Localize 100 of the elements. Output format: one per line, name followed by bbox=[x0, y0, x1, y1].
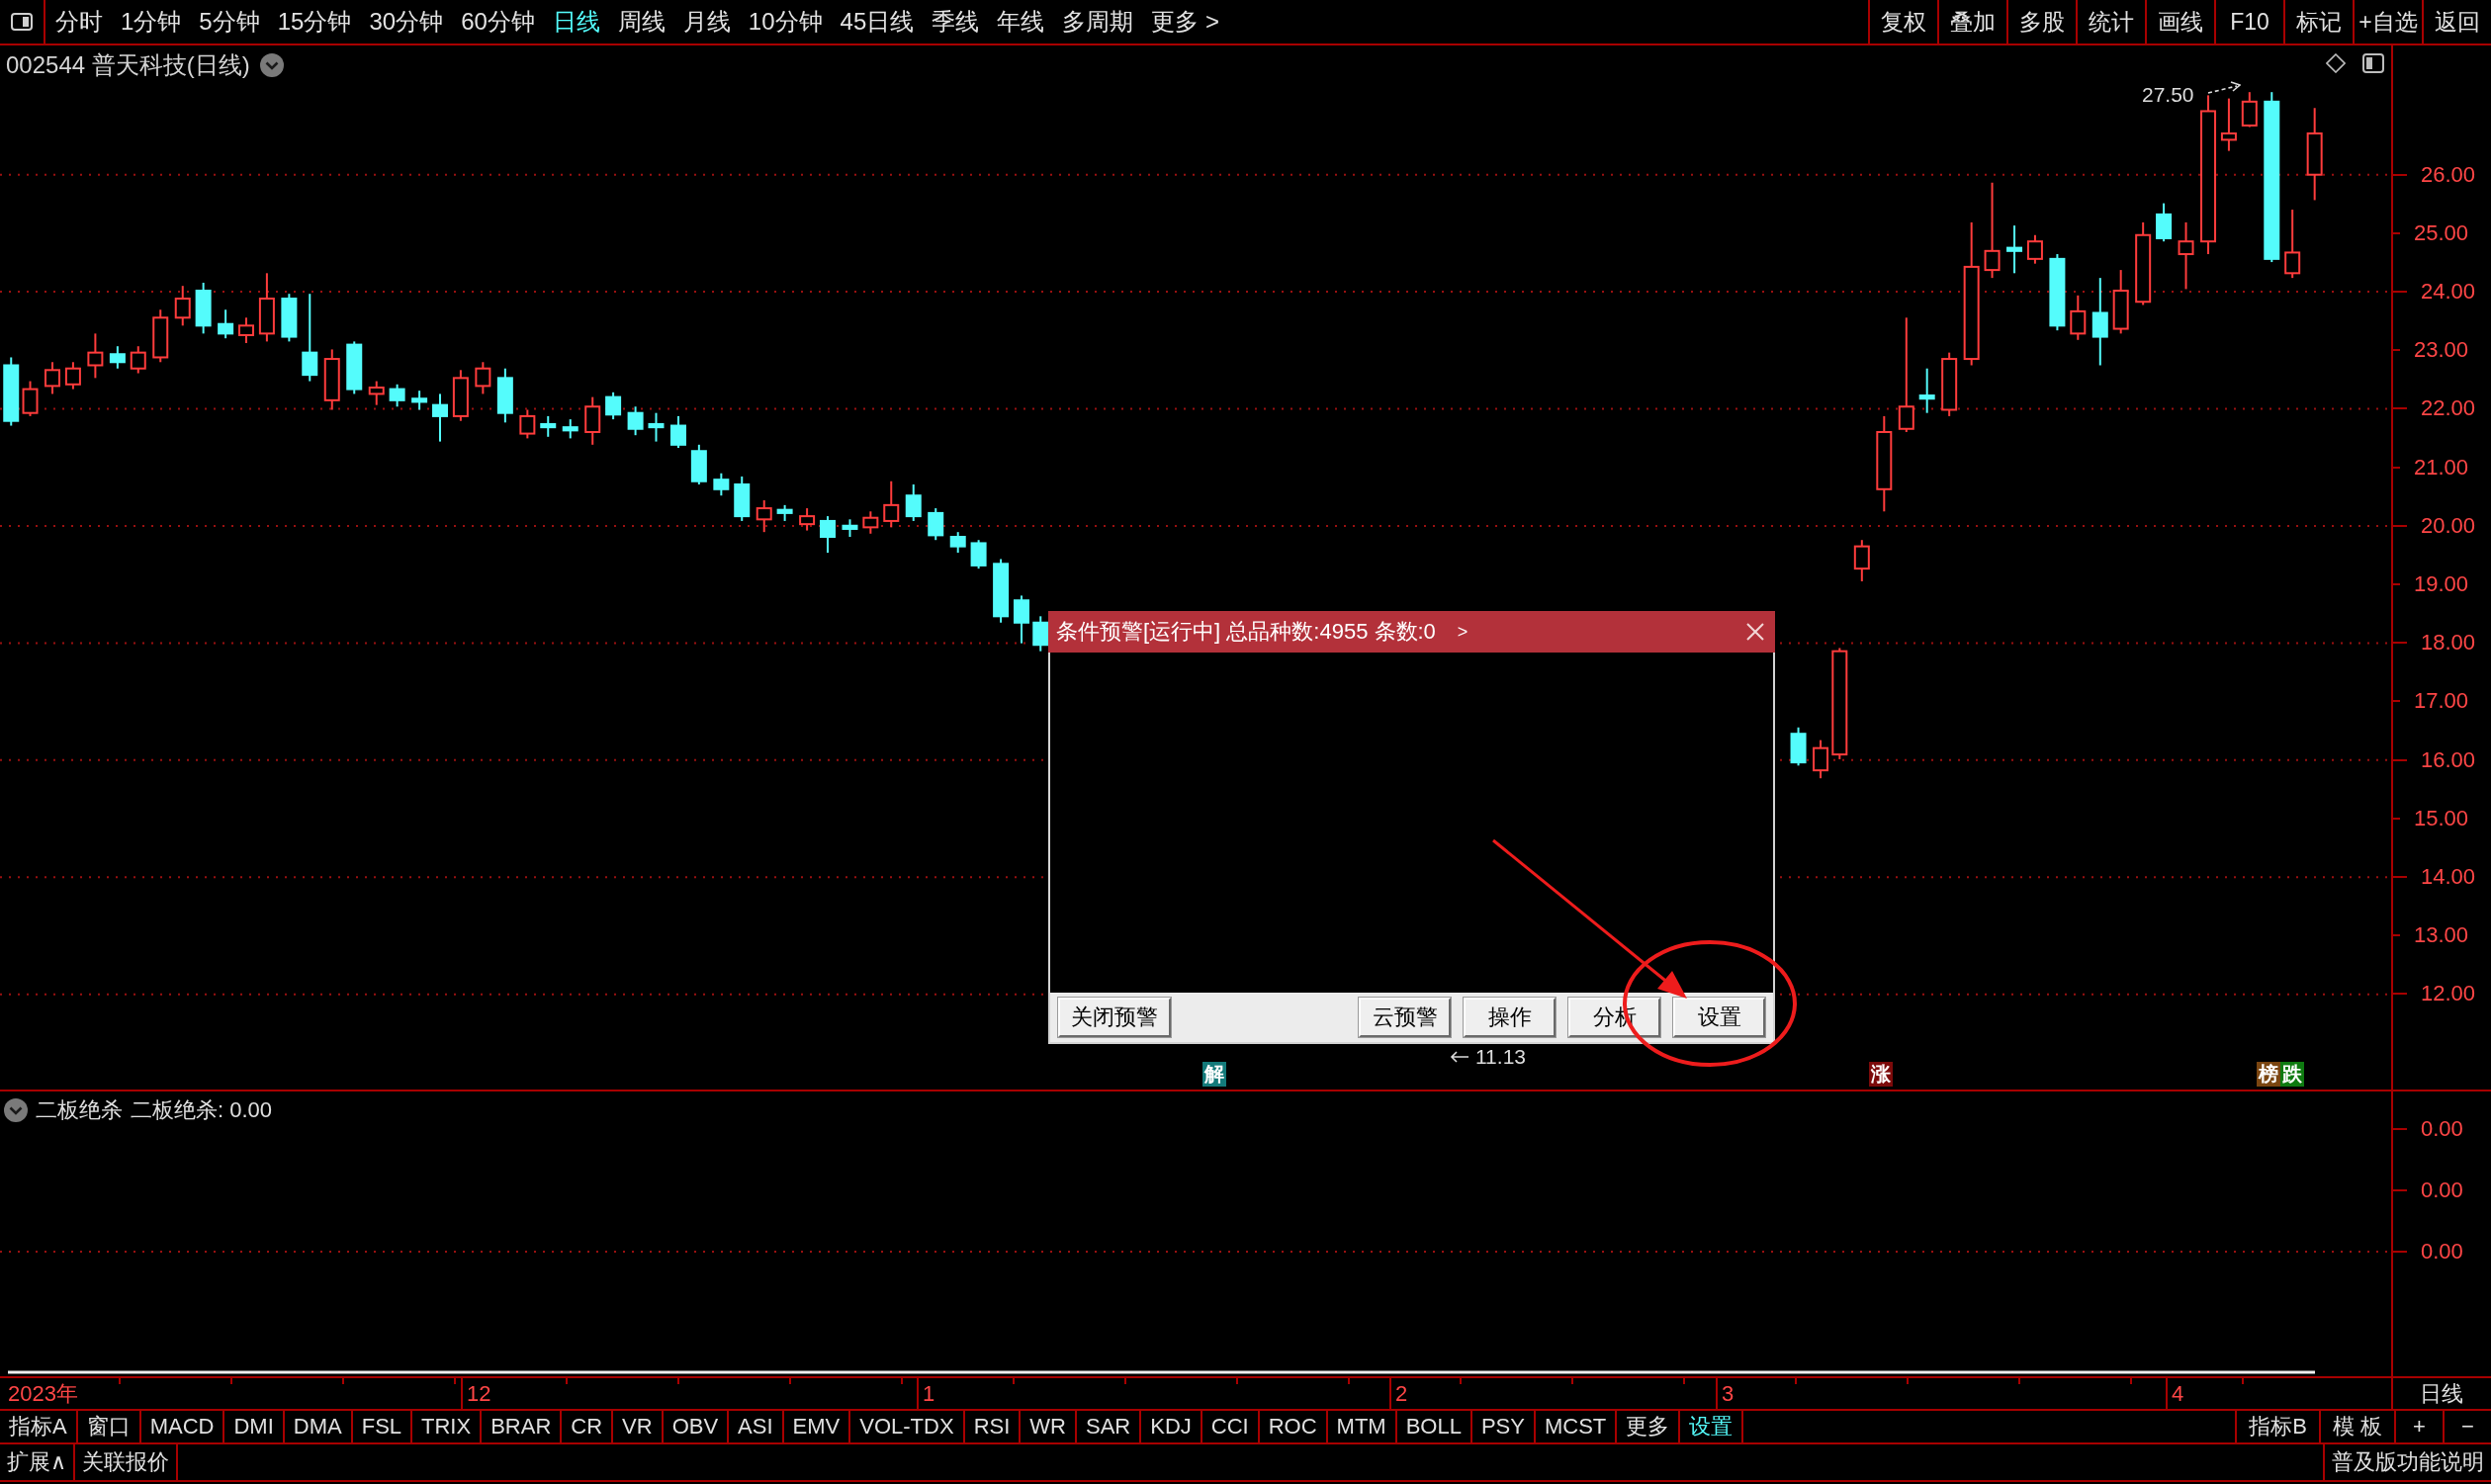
indicator-tab[interactable]: CR bbox=[562, 1411, 614, 1442]
arrow-icon bbox=[1450, 1051, 1469, 1063]
date-label: 3 bbox=[1716, 1378, 1735, 1409]
period-tab[interactable]: 更多 > bbox=[1151, 2, 1219, 42]
toolbar-button[interactable]: 多股 bbox=[2006, 0, 2076, 44]
toolbar-button[interactable]: 标记 bbox=[2283, 0, 2353, 44]
event-tag[interactable]: 跌 bbox=[2280, 1062, 2304, 1087]
event-tag[interactable]: 涨 bbox=[1869, 1062, 1893, 1087]
price-label: 13.00 bbox=[2414, 922, 2469, 949]
indicator-tab[interactable]: ROC bbox=[1259, 1411, 1328, 1442]
indicator-axis-label: 0.00 bbox=[2421, 1239, 2463, 1265]
price-label: 14.00 bbox=[2421, 864, 2476, 891]
price-label: 23.00 bbox=[2414, 337, 2469, 364]
period-tab[interactable]: 1分钟 bbox=[121, 2, 182, 42]
indicator-tab[interactable]: ASI bbox=[729, 1411, 784, 1442]
chevron-down-icon[interactable] bbox=[259, 53, 284, 77]
event-tag[interactable]: 榜 bbox=[2257, 1062, 2280, 1087]
indicator-tab[interactable]: RSI bbox=[964, 1411, 1022, 1442]
period-tab[interactable]: 分时 bbox=[55, 2, 103, 42]
indicator-reading: 二板绝杀: 0.00 bbox=[131, 1096, 273, 1124]
indicator-tab[interactable]: KDJ bbox=[1141, 1411, 1202, 1442]
period-tab[interactable]: 年线 bbox=[997, 2, 1045, 42]
toolbar-button[interactable]: 统计 bbox=[2076, 0, 2145, 44]
indicator-tab[interactable]: + bbox=[2394, 1411, 2443, 1442]
period-tab[interactable]: 周线 bbox=[617, 2, 666, 42]
period-label: 日线 bbox=[2419, 1379, 2463, 1408]
indicator-tab[interactable]: 设置 bbox=[1680, 1411, 1744, 1442]
indicator-axis-label: 0.00 bbox=[2421, 1116, 2463, 1142]
date-label: 2023年 bbox=[8, 1380, 78, 1408]
diamond-icon[interactable] bbox=[2326, 53, 2346, 73]
price-label: 19.00 bbox=[2414, 571, 2469, 597]
dialog-button[interactable]: 操作 bbox=[1464, 998, 1556, 1037]
indicator-name: 二板绝杀 bbox=[36, 1096, 123, 1124]
price-label: 26.00 bbox=[2421, 161, 2476, 188]
indicator-tab[interactable]: 窗口 bbox=[77, 1411, 141, 1442]
period-tab[interactable]: 月线 bbox=[682, 2, 731, 42]
dialog-button[interactable]: 云预警 bbox=[1359, 998, 1451, 1037]
price-label: 15.00 bbox=[2414, 805, 2469, 831]
indicator-tab[interactable]: MTM bbox=[1327, 1411, 1397, 1442]
indicator-tab[interactable]: − bbox=[2443, 1411, 2491, 1442]
price-label: 16.00 bbox=[2421, 746, 2476, 773]
indicator-axis-label: 0.00 bbox=[2421, 1178, 2463, 1203]
indicator-tab[interactable]: FSL bbox=[352, 1411, 413, 1442]
event-tag[interactable]: 解 bbox=[1202, 1062, 1226, 1087]
date-label: 2 bbox=[1389, 1378, 1408, 1409]
period-tab[interactable]: 60分钟 bbox=[461, 2, 535, 42]
chevron-down-icon[interactable] bbox=[4, 1098, 28, 1122]
toolbar-button[interactable]: +自选 bbox=[2353, 0, 2422, 44]
price-label: 25.00 bbox=[2414, 219, 2469, 246]
period-tab[interactable]: 45日线 bbox=[840, 2, 915, 42]
period-tab[interactable]: 日线 bbox=[552, 2, 600, 42]
price-label: 18.00 bbox=[2421, 630, 2476, 656]
indicator-tab[interactable]: DMA bbox=[284, 1411, 353, 1442]
indicator-tab[interactable]: DMI bbox=[224, 1411, 285, 1442]
indicator-tab[interactable]: SAR bbox=[1076, 1411, 1142, 1442]
toolbar-button[interactable]: 叠加 bbox=[1937, 0, 2006, 44]
indicator-tab[interactable]: PSY bbox=[1471, 1411, 1536, 1442]
indicator-tab[interactable]: 模 板 bbox=[2318, 1411, 2394, 1442]
status-button[interactable]: 扩展∧ bbox=[0, 1444, 76, 1480]
indicator-tab[interactable]: 更多 bbox=[1617, 1411, 1681, 1442]
period-tab[interactable]: 10分钟 bbox=[748, 2, 823, 42]
indicator-tab[interactable]: BRAR bbox=[482, 1411, 563, 1442]
indicator-tab[interactable]: MACD bbox=[140, 1411, 225, 1442]
date-label: 4 bbox=[2166, 1378, 2184, 1409]
period-tab[interactable]: 5分钟 bbox=[199, 2, 260, 42]
toolbar-button[interactable]: 复权 bbox=[1868, 0, 1937, 44]
indicator-tab[interactable]: VR bbox=[613, 1411, 664, 1442]
indicator-tab[interactable]: VOL-TDX bbox=[850, 1411, 965, 1442]
status-button[interactable]: 普及版功能说明 bbox=[2323, 1444, 2491, 1480]
price-label: 22.00 bbox=[2421, 395, 2476, 422]
indicator-tab[interactable]: 指标B bbox=[2235, 1411, 2319, 1442]
panel-icon[interactable] bbox=[11, 13, 33, 31]
status-button[interactable]: 关联报价 bbox=[75, 1444, 179, 1480]
toolbar-button[interactable]: F10 bbox=[2214, 0, 2283, 44]
indicator-tab[interactable]: BOLL bbox=[1396, 1411, 1472, 1442]
period-tab[interactable]: 多周期 bbox=[1062, 2, 1134, 42]
indicator-tab[interactable]: 指标A bbox=[0, 1411, 78, 1442]
price-label: 24.00 bbox=[2421, 279, 2476, 305]
period-tab[interactable]: 15分钟 bbox=[277, 2, 352, 42]
indicator-tab[interactable]: MCST bbox=[1535, 1411, 1618, 1442]
indicator-tab[interactable]: EMV bbox=[783, 1411, 851, 1442]
period-tab[interactable]: 30分钟 bbox=[369, 2, 444, 42]
indicator-tab[interactable]: TRIX bbox=[412, 1411, 483, 1442]
price-label: 12.00 bbox=[2421, 981, 2476, 1007]
dialog-button[interactable]: 设置 bbox=[1673, 998, 1765, 1037]
period-tab[interactable]: 季线 bbox=[932, 2, 980, 42]
low-price-label: 11.13 bbox=[1475, 1046, 1526, 1068]
price-label: 17.00 bbox=[2414, 688, 2469, 715]
price-label: 20.00 bbox=[2421, 512, 2476, 539]
stock-title: 002544 普天科技(日线) bbox=[6, 52, 250, 78]
indicator-tab[interactable]: CCI bbox=[1201, 1411, 1260, 1442]
arrow-icon bbox=[2207, 81, 2241, 95]
indicator-tab[interactable]: WR bbox=[1021, 1411, 1077, 1442]
dialog-button[interactable]: 关闭预警 bbox=[1058, 998, 1171, 1037]
price-label: 21.00 bbox=[2414, 454, 2469, 480]
toolbar-button[interactable]: 返回 bbox=[2422, 0, 2491, 44]
date-label: 12 bbox=[461, 1378, 491, 1409]
indicator-tab[interactable]: OBV bbox=[663, 1411, 730, 1442]
panel-icon[interactable] bbox=[2362, 53, 2384, 73]
toolbar-button[interactable]: 画线 bbox=[2145, 0, 2214, 44]
